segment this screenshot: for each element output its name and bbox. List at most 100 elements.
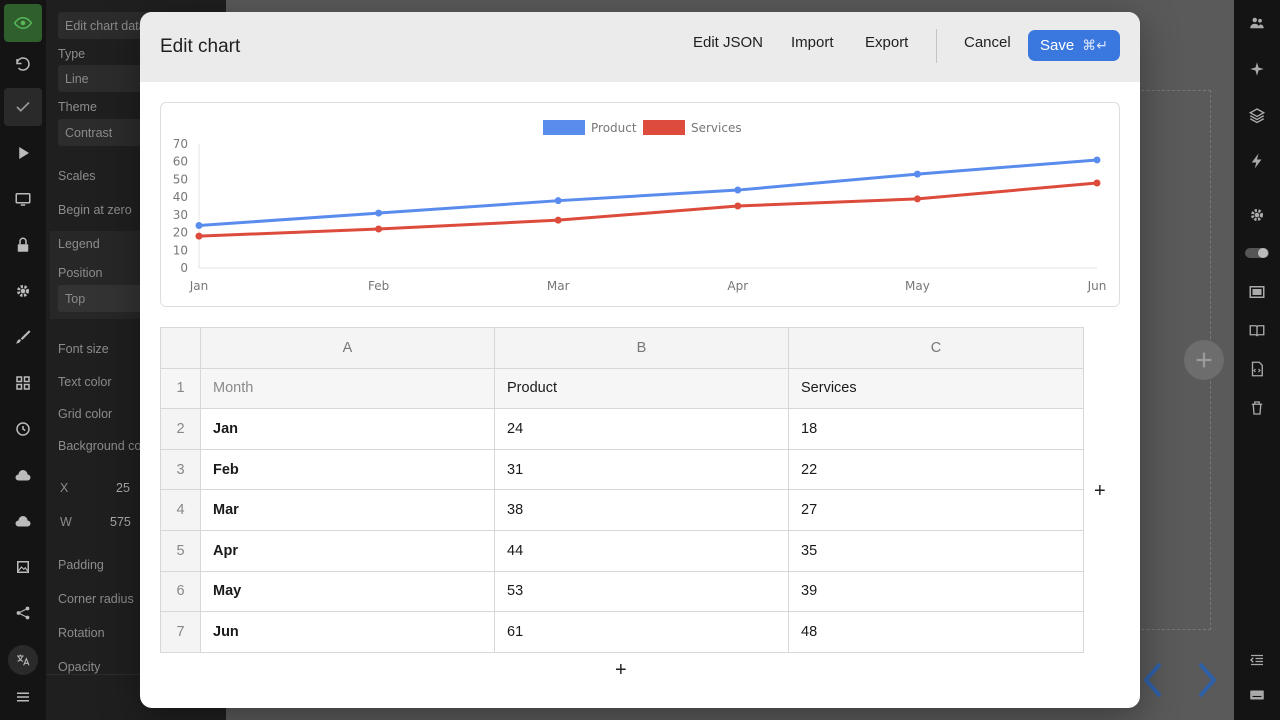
cell[interactable]: 18 [788, 408, 1084, 450]
save-button[interactable]: Save ⌘↵ [1028, 30, 1120, 61]
row-number[interactable]: 5 [160, 529, 201, 572]
cell[interactable]: Month [200, 367, 495, 410]
toggle-icon[interactable] [1244, 244, 1270, 262]
menu-icon[interactable] [4, 678, 42, 716]
row-number[interactable]: 6 [160, 570, 201, 613]
add-row-button[interactable]: + [615, 659, 627, 682]
image-icon[interactable] [4, 548, 42, 586]
y-tick-label: 20 [173, 226, 188, 240]
trash-icon[interactable] [1248, 399, 1266, 417]
row-number[interactable]: 1 [160, 367, 201, 410]
row-number[interactable]: 3 [160, 448, 201, 491]
export-button[interactable]: Export [865, 34, 908, 51]
scales-label: Scales [58, 169, 96, 183]
clock-icon[interactable] [4, 410, 42, 448]
series-line [198, 181, 1098, 238]
code-file-icon[interactable] [1248, 360, 1266, 378]
grid-icon[interactable] [4, 364, 42, 402]
cell[interactable]: 53 [494, 570, 789, 613]
x-tick-label: Feb [368, 279, 389, 293]
translate-icon[interactable] [8, 645, 38, 675]
font-size-label: Font size [58, 342, 109, 356]
column-header-a[interactable]: A [200, 327, 495, 369]
cell[interactable]: 35 [788, 529, 1084, 572]
x-tick-label: Mar [547, 279, 570, 293]
cell[interactable]: 38 [494, 489, 789, 531]
cell[interactable]: 48 [788, 611, 1084, 653]
data-point [554, 216, 562, 224]
column-header-b[interactable]: B [494, 327, 789, 369]
brush-icon[interactable] [4, 318, 42, 356]
cell[interactable]: 39 [788, 570, 1084, 613]
monitor-icon[interactable] [4, 180, 42, 218]
users-icon[interactable] [1248, 14, 1266, 32]
legend-swatch [543, 120, 585, 135]
data-point [1093, 156, 1101, 164]
undo-icon[interactable] [4, 46, 42, 84]
cell[interactable]: Product [494, 367, 789, 410]
cell[interactable]: 44 [494, 529, 789, 572]
cell[interactable]: Feb [200, 448, 495, 491]
edit-chart-modal: Edit chart Edit JSON Import Export Cance… [140, 12, 1140, 708]
right-toolbar [1234, 0, 1280, 720]
begin-at-zero-label: Begin at zero [58, 203, 132, 217]
series-line [198, 158, 1098, 227]
cancel-button[interactable]: Cancel [964, 34, 1011, 51]
grid-corner-cell[interactable] [160, 327, 201, 369]
legend-label: Legend [58, 237, 100, 251]
lightning-icon[interactable] [1248, 152, 1266, 170]
cell[interactable]: 24 [494, 408, 789, 450]
cell[interactable]: 27 [788, 489, 1084, 531]
row-number[interactable]: 7 [160, 611, 201, 653]
background-color-label: Background co [58, 439, 142, 453]
w-value[interactable]: 575 [110, 515, 131, 529]
share-icon[interactable] [4, 594, 42, 632]
cell[interactable]: Jun [200, 611, 495, 653]
book-icon[interactable] [1248, 322, 1266, 340]
lock-icon[interactable] [4, 226, 42, 264]
table-row: 4 Mar 38 27 [160, 489, 1084, 531]
cell[interactable]: 22 [788, 448, 1084, 491]
row-number[interactable]: 2 [160, 408, 201, 450]
gear-icon[interactable] [4, 272, 42, 310]
cloud-download-icon[interactable] [4, 503, 42, 541]
keyboard-icon[interactable] [1248, 686, 1266, 704]
checkmark-icon[interactable] [4, 88, 42, 126]
slide-layout-icon[interactable] [1248, 283, 1266, 301]
cell[interactable]: 31 [494, 448, 789, 491]
data-point [913, 170, 921, 178]
data-point [195, 221, 203, 229]
cell[interactable]: Jan [200, 408, 495, 450]
y-tick-label: 70 [173, 137, 188, 151]
import-button[interactable]: Import [791, 34, 834, 51]
outdent-icon[interactable] [1248, 651, 1266, 669]
previous-arrow-icon[interactable] [1138, 660, 1168, 700]
column-header-c[interactable]: C [788, 327, 1084, 369]
cell[interactable]: Mar [200, 489, 495, 531]
modal-title: Edit chart [160, 36, 241, 57]
cell[interactable]: Services [788, 367, 1084, 410]
cloud-upload-icon[interactable] [4, 457, 42, 495]
cell[interactable]: May [200, 570, 495, 613]
x-tick-label: Apr [727, 279, 748, 293]
x-tick-label: Jan [189, 279, 209, 293]
w-label: W [60, 515, 72, 529]
data-point [195, 232, 203, 240]
layers-icon[interactable] [1248, 106, 1266, 124]
add-column-button[interactable]: + [1094, 480, 1106, 503]
legend-label: Services [691, 121, 742, 135]
play-icon[interactable] [4, 134, 42, 172]
x-value[interactable]: 25 [116, 481, 130, 495]
next-arrow-icon[interactable] [1192, 660, 1222, 700]
settings-gear-icon[interactable] [1248, 206, 1266, 224]
cell[interactable]: 61 [494, 611, 789, 653]
y-tick-label: 0 [180, 261, 188, 275]
edit-json-button[interactable]: Edit JSON [693, 34, 763, 51]
row-number[interactable]: 4 [160, 489, 201, 531]
add-slide-button[interactable] [1184, 340, 1224, 380]
data-point [554, 197, 562, 205]
cell[interactable]: Apr [200, 529, 495, 572]
save-button-label: Save [1040, 37, 1075, 54]
sparkle-icon[interactable] [1248, 60, 1266, 78]
preview-eye-icon[interactable] [4, 4, 42, 42]
